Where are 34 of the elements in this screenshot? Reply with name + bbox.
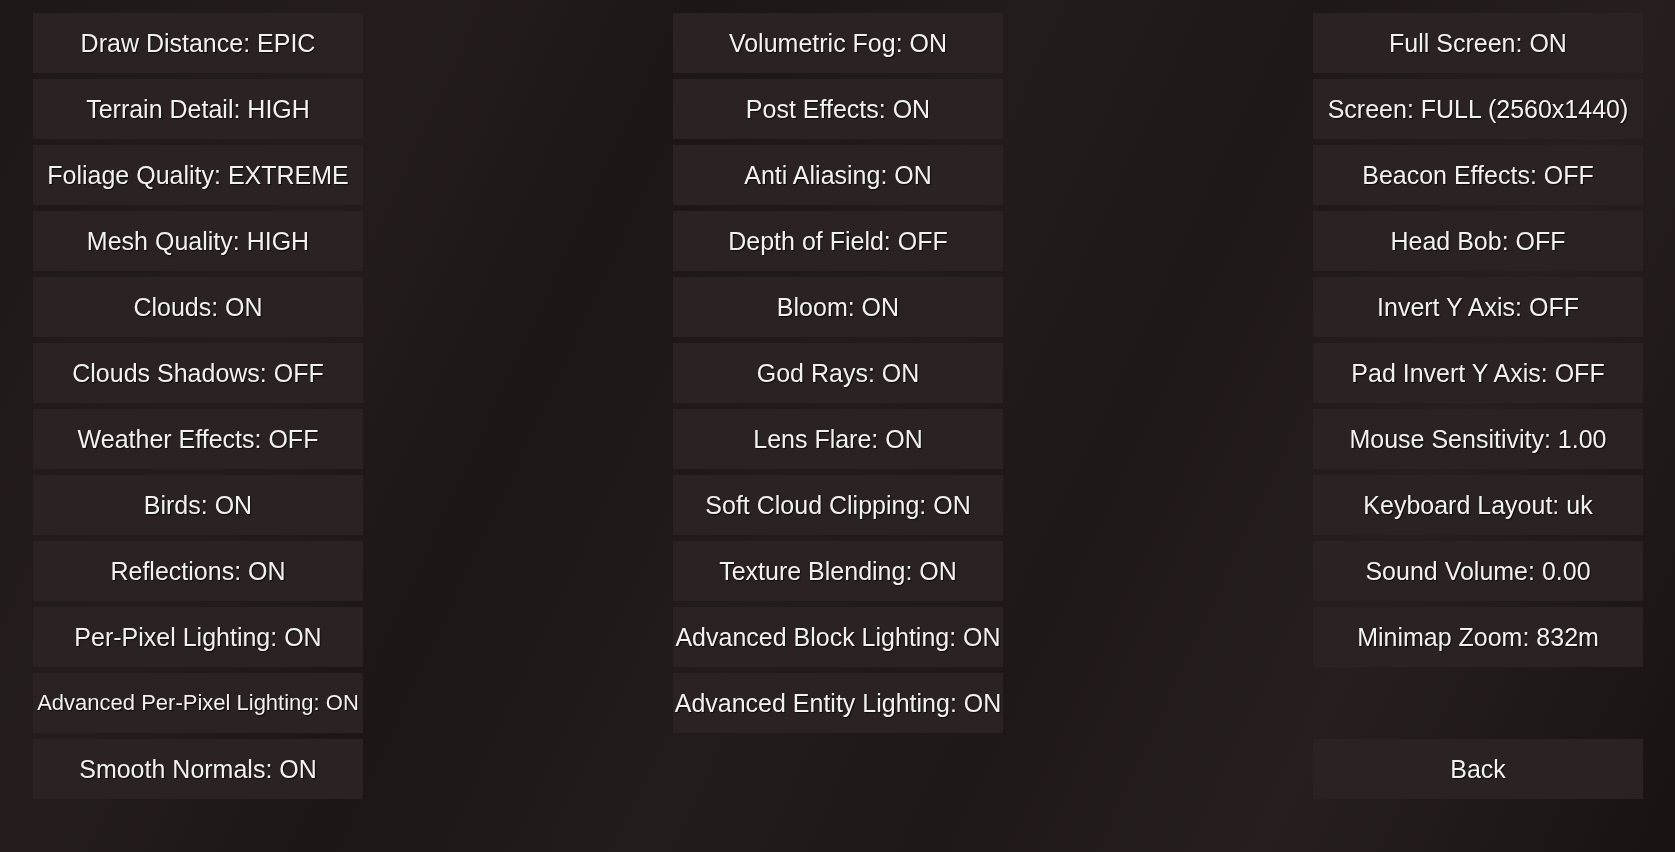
- setting-button[interactable]: Advanced Entity Lighting: ON: [673, 673, 1003, 733]
- setting-button[interactable]: Lens Flare: ON: [673, 409, 1003, 469]
- setting-button[interactable]: God Rays: ON: [673, 343, 1003, 403]
- setting-button[interactable]: Soft Cloud Clipping: ON: [673, 475, 1003, 535]
- setting-button[interactable]: Depth of Field: OFF: [673, 211, 1003, 271]
- setting-button[interactable]: Birds: ON: [33, 475, 363, 535]
- setting-button[interactable]: Terrain Detail: HIGH: [33, 79, 363, 139]
- setting-button[interactable]: Texture Blending: ON: [673, 541, 1003, 601]
- setting-button[interactable]: Mesh Quality: HIGH: [33, 211, 363, 271]
- setting-button[interactable]: Per-Pixel Lighting: ON: [33, 607, 363, 667]
- setting-button[interactable]: Advanced Per-Pixel Lighting: ON: [33, 673, 363, 733]
- setting-button[interactable]: Foliage Quality: EXTREME: [33, 145, 363, 205]
- setting-button[interactable]: Beacon Effects: OFF: [1313, 145, 1643, 205]
- back-button[interactable]: Back: [1313, 739, 1643, 799]
- setting-button[interactable]: Keyboard Layout: uk: [1313, 475, 1643, 535]
- setting-button[interactable]: Post Effects: ON: [673, 79, 1003, 139]
- setting-button[interactable]: Clouds: ON: [33, 277, 363, 337]
- setting-button[interactable]: Reflections: ON: [33, 541, 363, 601]
- setting-button[interactable]: Head Bob: OFF: [1313, 211, 1643, 271]
- setting-button[interactable]: Anti Aliasing: ON: [673, 145, 1003, 205]
- setting-button[interactable]: Mouse Sensitivity: 1.00: [1313, 409, 1643, 469]
- setting-button[interactable]: Advanced Block Lighting: ON: [673, 607, 1003, 667]
- setting-button[interactable]: Clouds Shadows: OFF: [33, 343, 363, 403]
- setting-button[interactable]: Minimap Zoom: 832m: [1313, 607, 1643, 667]
- setting-button[interactable]: Draw Distance: EPIC: [33, 13, 363, 73]
- setting-button[interactable]: Full Screen: ON: [1313, 13, 1643, 73]
- setting-button[interactable]: Bloom: ON: [673, 277, 1003, 337]
- setting-button[interactable]: Screen: FULL (2560x1440): [1313, 79, 1643, 139]
- setting-button[interactable]: Sound Volume: 0.00: [1313, 541, 1643, 601]
- setting-button[interactable]: Pad Invert Y Axis: OFF: [1313, 343, 1643, 403]
- setting-button[interactable]: Smooth Normals: ON: [33, 739, 363, 799]
- setting-button[interactable]: Volumetric Fog: ON: [673, 13, 1003, 73]
- setting-button[interactable]: Weather Effects: OFF: [33, 409, 363, 469]
- setting-button[interactable]: Invert Y Axis: OFF: [1313, 277, 1643, 337]
